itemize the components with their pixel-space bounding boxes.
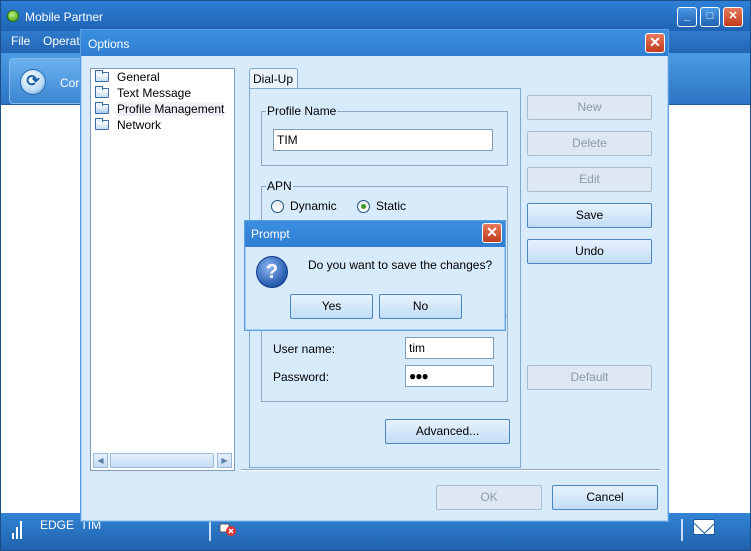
options-tree: General Text Message Profile Management … — [90, 68, 235, 471]
prompt-close-button[interactable]: ✕ — [482, 223, 502, 243]
apn-static-radio[interactable] — [357, 200, 370, 213]
new-button[interactable]: New — [527, 95, 652, 120]
default-button[interactable]: Default — [527, 365, 652, 390]
connect-button[interactable]: ⟳ Cor — [9, 58, 87, 104]
advanced-button[interactable]: Advanced... — [385, 419, 510, 444]
folder-icon — [95, 86, 109, 98]
edit-button[interactable]: Edit — [527, 167, 652, 192]
scroll-thumb[interactable] — [110, 453, 214, 468]
ok-button[interactable]: OK — [436, 485, 542, 510]
message-envelope-icon[interactable] — [693, 519, 715, 535]
options-title: Options — [88, 37, 130, 51]
apn-title: APN — [266, 179, 293, 193]
connection-error-icon — [219, 523, 236, 536]
menu-file[interactable]: File — [11, 34, 30, 48]
tree-horizontal-scrollbar[interactable]: ◀ ▶ — [93, 453, 232, 468]
yes-button[interactable]: Yes — [290, 294, 373, 319]
prompt-title-bar[interactable]: Prompt ✕ — [245, 221, 505, 247]
options-title-bar[interactable]: Options ✕ — [81, 30, 668, 56]
password-label: Password: — [273, 370, 330, 384]
tree-item-general[interactable]: General — [95, 69, 233, 85]
main-close-button[interactable]: ✕ — [723, 7, 743, 27]
maximize-button[interactable]: □ — [700, 7, 720, 27]
delete-button[interactable]: Delete — [527, 131, 652, 156]
user-name-input[interactable]: tim — [405, 337, 494, 359]
scroll-right-icon[interactable]: ▶ — [217, 453, 232, 468]
authentication-group: User name: tim Password: ●●● — [261, 330, 508, 402]
no-button[interactable]: No — [379, 294, 462, 319]
apn-dynamic-radio[interactable] — [271, 200, 284, 213]
question-icon: ? — [256, 256, 288, 288]
prompt-title: Prompt — [251, 227, 290, 241]
dialog-separator — [241, 469, 660, 471]
status-divider — [209, 519, 211, 541]
apn-static-label: Static — [376, 199, 407, 213]
menu-operation[interactable]: Operati — [43, 34, 82, 48]
prompt-message: Do you want to save the changes? — [308, 258, 493, 272]
tree-item-network[interactable]: Network — [95, 117, 233, 133]
folder-icon — [95, 118, 109, 130]
connect-label: Cor — [60, 76, 80, 90]
app-title: Mobile Partner — [25, 10, 104, 24]
cancel-button[interactable]: Cancel — [552, 485, 658, 510]
app-logo-icon — [7, 10, 19, 22]
profile-name-title: Profile Name — [266, 104, 338, 118]
connect-icon: ⟳ — [20, 69, 46, 95]
profile-name-input[interactable]: TIM — [273, 129, 493, 151]
options-close-button[interactable]: ✕ — [645, 33, 665, 53]
undo-button[interactable]: Undo — [527, 239, 652, 264]
tree-item-text-message[interactable]: Text Message — [95, 85, 233, 101]
tree-item-profile-management[interactable]: Profile Management — [95, 101, 233, 117]
apn-dynamic-label: Dynamic — [290, 199, 337, 213]
tab-dial-up[interactable]: Dial-Up — [249, 68, 298, 88]
password-input[interactable]: ●●● — [405, 365, 494, 387]
prompt-dialog: Prompt ✕ ? Do you want to save the chang… — [244, 220, 506, 331]
minimize-button[interactable]: _ — [677, 7, 697, 27]
save-button[interactable]: Save — [527, 203, 652, 228]
folder-icon — [95, 70, 109, 82]
scroll-left-icon[interactable]: ◀ — [93, 453, 108, 468]
profile-name-group: Profile Name TIM — [261, 104, 508, 166]
status-divider-2 — [681, 519, 683, 541]
main-title-bar[interactable]: Mobile Partner _ □ ✕ — [1, 1, 750, 31]
folder-open-icon — [95, 102, 109, 114]
user-name-label: User name: — [273, 342, 336, 356]
signal-strength-icon — [12, 521, 22, 539]
